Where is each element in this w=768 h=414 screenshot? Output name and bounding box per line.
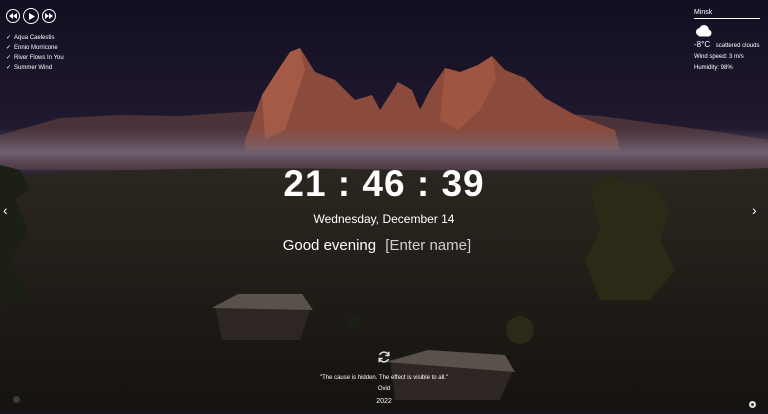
play-icon bbox=[28, 12, 35, 20]
temperature: -8°C bbox=[694, 40, 711, 49]
scattered-clouds-icon bbox=[694, 24, 760, 38]
skip-forward-icon bbox=[45, 13, 53, 19]
check-icon: ✓ bbox=[6, 55, 12, 61]
check-icon: ✓ bbox=[6, 45, 12, 51]
refresh-icon bbox=[378, 351, 390, 363]
footer-year: 2022 bbox=[376, 398, 392, 405]
quote-author: Ovid bbox=[377, 386, 391, 392]
quote-block: "The cause is hidden. The effect is visi… bbox=[0, 350, 768, 392]
audio-player: ✓ Aqua Caelestis ✓ Ennio Morricone ✓ Riv… bbox=[6, 8, 64, 73]
next-button[interactable] bbox=[42, 9, 56, 23]
clock-time: 21 : 46 : 39 bbox=[283, 163, 485, 204]
playlist-item[interactable]: ✓ Aqua Caelestis bbox=[6, 33, 64, 43]
quote-text: "The cause is hidden. The effect is visi… bbox=[319, 375, 449, 381]
city-input[interactable]: Minsk bbox=[694, 9, 760, 19]
weather-widget: Minsk -8°C scattered clouds Wind speed: … bbox=[694, 9, 760, 72]
weather-description: scattered clouds bbox=[715, 43, 760, 49]
change-quote-button[interactable] bbox=[377, 350, 391, 364]
playlist-item[interactable]: ✓ River Flows In You bbox=[6, 53, 64, 63]
play-button[interactable] bbox=[23, 8, 39, 24]
humidity: Humidity: 98% bbox=[694, 65, 733, 71]
playlist-item-title: Summer Wind bbox=[14, 65, 53, 71]
previous-button[interactable] bbox=[6, 9, 20, 23]
playlist-item-title: Aqua Caelestis bbox=[14, 35, 55, 41]
playlist-item-title: River Flows In You bbox=[14, 55, 64, 61]
greeting: Good evening bbox=[0, 237, 768, 254]
playlist-item[interactable]: ✓ Summer Wind bbox=[6, 63, 64, 73]
player-controls bbox=[6, 8, 64, 24]
clock-date: Wednesday, December 14 bbox=[313, 212, 455, 226]
check-icon: ✓ bbox=[6, 35, 12, 41]
check-icon: ✓ bbox=[6, 65, 12, 71]
github-icon[interactable] bbox=[13, 396, 20, 403]
weather-temp-row: -8°C scattered clouds bbox=[694, 41, 760, 50]
playlist-item[interactable]: ✓ Ennio Morricone bbox=[6, 43, 64, 53]
settings-icon[interactable] bbox=[748, 396, 757, 414]
wind-speed: Wind speed: 3 m/s bbox=[694, 54, 744, 60]
name-input[interactable] bbox=[385, 237, 486, 254]
skip-back-icon bbox=[9, 13, 17, 19]
playlist: ✓ Aqua Caelestis ✓ Ennio Morricone ✓ Riv… bbox=[6, 33, 64, 73]
greeting-text: Good evening bbox=[282, 237, 377, 254]
playlist-item-title: Ennio Morricone bbox=[14, 45, 58, 51]
